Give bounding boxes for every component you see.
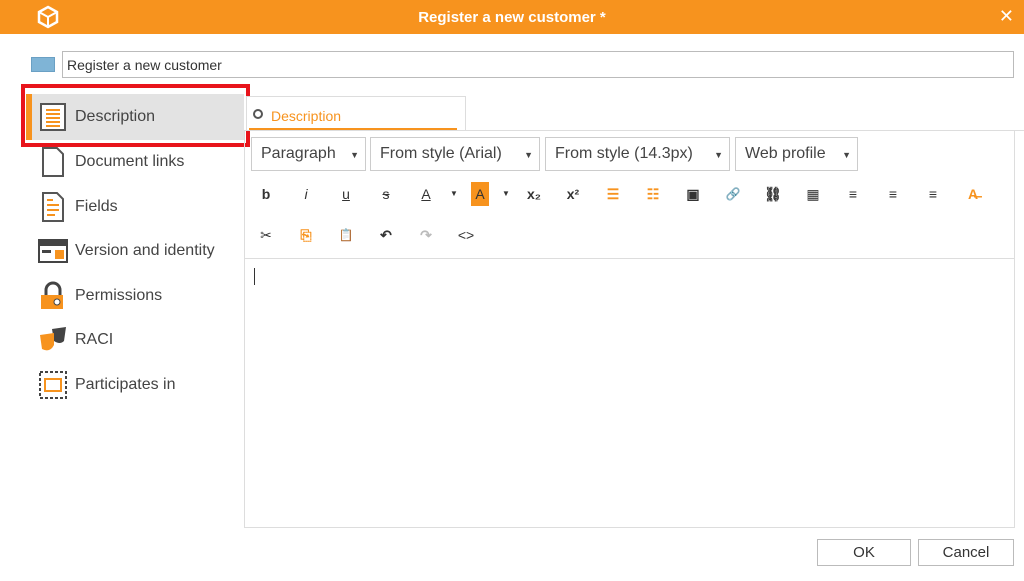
italic-icon[interactable]: i	[294, 182, 318, 206]
image-icon[interactable]: ▣	[681, 182, 705, 206]
cut-icon[interactable]: ✂	[254, 223, 278, 247]
masks-icon	[38, 325, 68, 355]
numbered-list-icon[interactable]: ☷	[641, 182, 665, 206]
profile-select[interactable]: Web profile ▼	[735, 137, 858, 171]
strikethrough-icon[interactable]: s	[374, 182, 398, 206]
sidebar-item-label: Permissions	[75, 286, 163, 304]
dropdown-arrow-icon: ▼	[842, 150, 851, 160]
sidebar-item-permissions[interactable]: Permissions	[26, 274, 244, 319]
sidebar-item-raci[interactable]: RACI	[26, 318, 244, 363]
toolbar-divider	[245, 258, 1015, 259]
sidebar-item-document-links[interactable]: Document links	[26, 140, 244, 185]
title-bar: Register a new customer * ✕	[0, 0, 1024, 34]
paragraph-select[interactable]: Paragraph ▼	[251, 137, 366, 171]
select-value: From style (Arial)	[380, 145, 502, 162]
close-icon[interactable]: ✕	[999, 6, 1014, 27]
sidebar: Description Document links Fields Versio…	[26, 94, 244, 407]
highlight-color-icon[interactable]: A	[471, 182, 489, 206]
copy-icon[interactable]: ⎘	[294, 223, 318, 247]
dropdown-arrow-icon: ▼	[350, 150, 359, 160]
align-left-icon[interactable]: ≡	[841, 182, 865, 206]
sidebar-item-label: Participates in	[75, 375, 176, 393]
select-value: Web profile	[745, 145, 826, 162]
sidebar-item-label: Description	[75, 108, 156, 125]
table-icon[interactable]: ▦	[801, 182, 825, 206]
superscript-icon[interactable]: x²	[561, 182, 585, 206]
unlink-icon[interactable]: ⛓	[761, 182, 785, 206]
undo-icon[interactable]: ↶	[374, 223, 398, 247]
sidebar-item-label: RACI	[75, 331, 114, 349]
object-type-icon	[31, 57, 55, 72]
link-icon[interactable]: 🔗	[721, 182, 745, 206]
font-color-dropdown-icon[interactable]: ▼	[442, 182, 466, 206]
sidebar-item-description[interactable]: Description	[26, 94, 244, 140]
name-input[interactable]	[62, 51, 1014, 78]
highlight-dropdown-icon[interactable]: ▼	[494, 182, 518, 206]
tab-description[interactable]: Description	[246, 96, 466, 130]
align-center-icon[interactable]: ≡	[881, 182, 905, 206]
fields-icon	[38, 191, 68, 222]
paste-icon[interactable]: 📋	[334, 223, 358, 247]
participates-icon	[38, 370, 68, 400]
bulleted-list-icon[interactable]: ☰	[601, 182, 625, 206]
cancel-button[interactable]: Cancel	[918, 539, 1014, 566]
tab-label: Description	[271, 108, 342, 124]
description-icon	[38, 102, 68, 132]
tab-status-icon	[253, 109, 263, 119]
underline-icon[interactable]: u	[334, 182, 358, 206]
ok-button[interactable]: OK	[817, 539, 911, 566]
document-icon	[38, 147, 68, 178]
dropdown-arrow-icon: ▼	[714, 150, 723, 160]
dropdown-arrow-icon: ▼	[524, 150, 533, 160]
lock-icon	[38, 281, 68, 311]
id-card-icon	[38, 236, 68, 266]
align-right-icon[interactable]: ≡	[921, 182, 945, 206]
sidebar-item-label: Document links	[75, 153, 185, 171]
select-value: Paragraph	[261, 145, 336, 162]
source-code-icon[interactable]: <>	[454, 223, 478, 247]
font-color-icon[interactable]: A	[414, 182, 438, 206]
sidebar-item-fields[interactable]: Fields	[26, 185, 244, 230]
sidebar-item-label: Fields	[75, 197, 118, 215]
redo-icon[interactable]: ↷	[414, 223, 438, 247]
sidebar-item-version-identity[interactable]: Version and identity	[26, 229, 244, 274]
subscript-icon[interactable]: x₂	[522, 182, 546, 206]
select-value: From style (14.3px)	[555, 145, 693, 162]
window-title: Register a new customer *	[418, 9, 606, 26]
sidebar-item-participates-in[interactable]: Participates in	[26, 363, 244, 408]
clear-format-icon[interactable]: A̶	[961, 182, 985, 206]
sidebar-item-label: Version and identity	[75, 242, 215, 260]
font-size-select[interactable]: From style (14.3px) ▼	[545, 137, 730, 171]
text-caret	[254, 268, 255, 285]
font-family-select[interactable]: From style (Arial) ▼	[370, 137, 540, 171]
bold-icon[interactable]: b	[254, 182, 278, 206]
